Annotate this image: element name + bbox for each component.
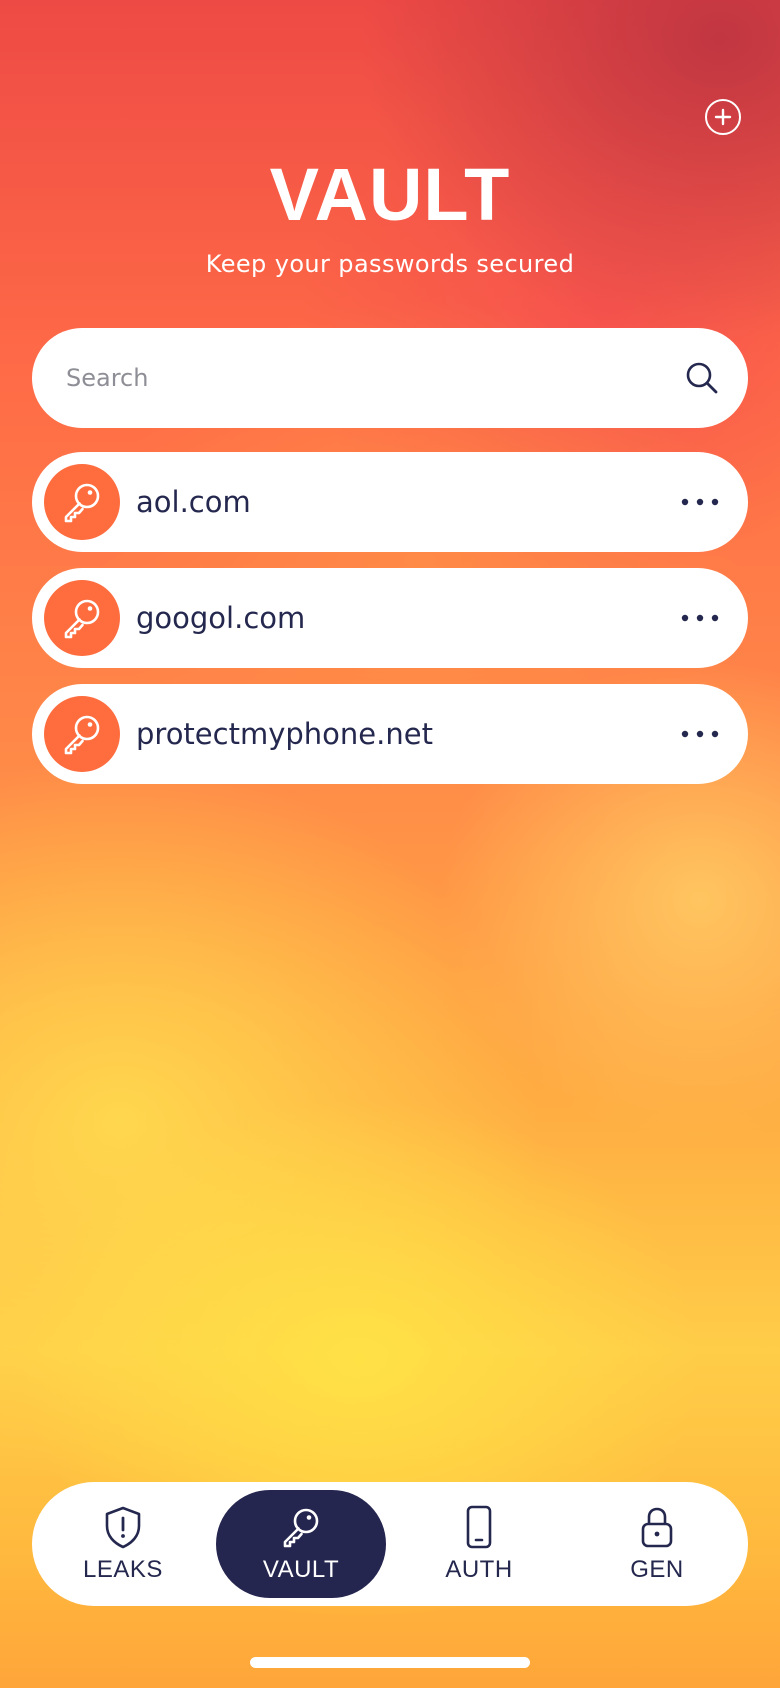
- search-icon[interactable]: [684, 360, 720, 396]
- tab-leaks[interactable]: LEAKS: [38, 1490, 208, 1598]
- tab-vault[interactable]: VAULT: [216, 1490, 386, 1598]
- more-horizontal-icon[interactable]: [672, 482, 728, 522]
- vault-item[interactable]: protectmyphone.net: [32, 684, 748, 784]
- shield-alert-icon: [105, 1506, 141, 1549]
- more-horizontal-icon[interactable]: [672, 598, 728, 638]
- vault-item[interactable]: aol.com: [32, 452, 748, 552]
- vault-item-name: protectmyphone.net: [136, 717, 433, 751]
- tab-label: VAULT: [262, 1556, 340, 1583]
- search-input[interactable]: [64, 363, 684, 393]
- tab-gen[interactable]: GEN: [572, 1490, 742, 1598]
- page-title: VAULT: [269, 153, 511, 236]
- lock-icon: [641, 1507, 673, 1548]
- bottom-tab-bar: LEAKS VAULT AUTH GEN: [32, 1482, 748, 1606]
- tab-auth[interactable]: AUTH: [394, 1490, 564, 1598]
- search-bar: [32, 328, 748, 428]
- key-icon: [44, 464, 120, 540]
- vault-item-name: aol.com: [136, 485, 251, 519]
- smartphone-icon: [466, 1505, 492, 1549]
- key-icon: [283, 1508, 319, 1548]
- tab-label: AUTH: [445, 1556, 513, 1583]
- key-icon: [44, 696, 120, 772]
- vault-item[interactable]: googol.com: [32, 568, 748, 668]
- plus-icon: [714, 108, 732, 126]
- more-horizontal-icon[interactable]: [672, 714, 728, 754]
- key-icon: [44, 580, 120, 656]
- add-entry-button[interactable]: [705, 99, 741, 135]
- tab-label: GEN: [630, 1556, 684, 1583]
- home-indicator: [250, 1657, 530, 1668]
- page-subtitle: Keep your passwords secured: [205, 250, 575, 278]
- tab-label: LEAKS: [83, 1556, 163, 1583]
- vault-item-name: googol.com: [136, 601, 306, 635]
